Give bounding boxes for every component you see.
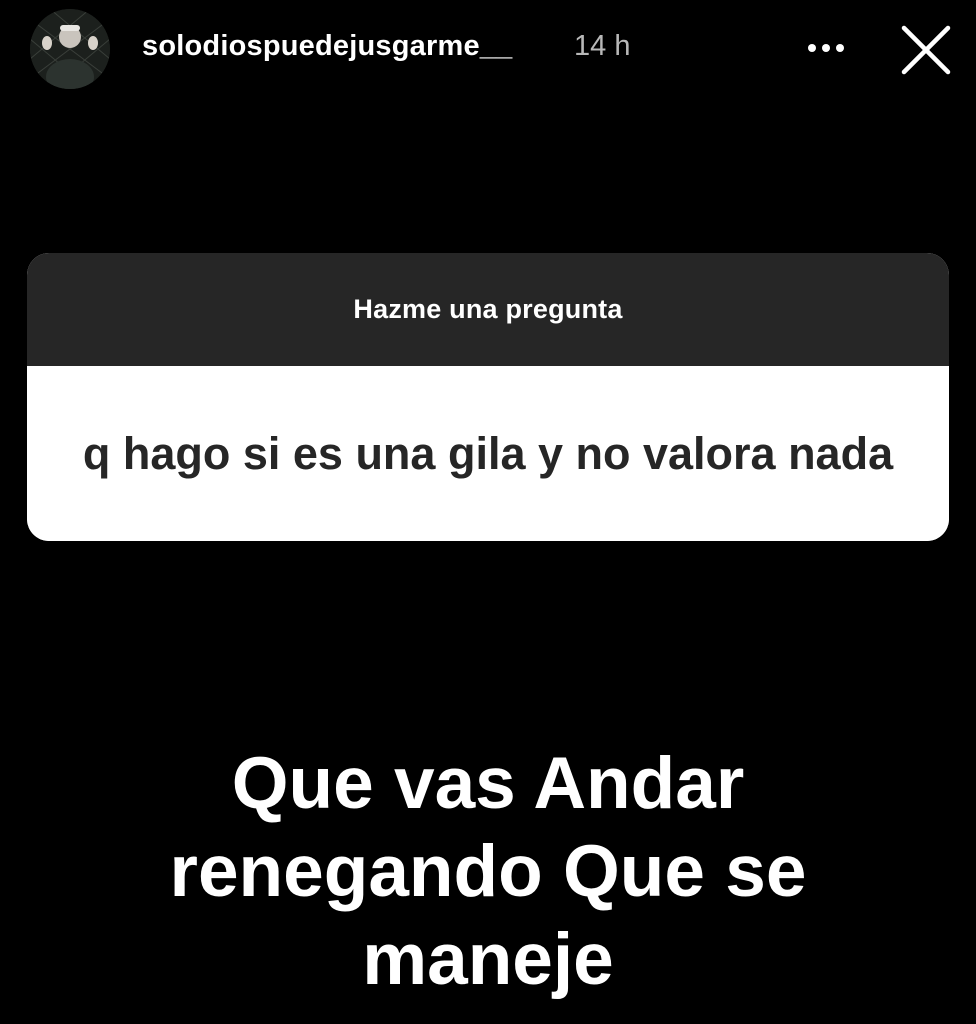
answer-line: Que vas Andar	[231, 743, 745, 824]
more-horizontal-icon	[808, 44, 844, 52]
question-text: q hago si es una gila y no valora nada	[82, 427, 894, 479]
answer-line: maneje	[362, 919, 614, 1000]
story-header: solodiospuedejusgarme__ 14 h	[0, 0, 976, 100]
question-sticker-title: Hazme una pregunta	[353, 294, 623, 324]
avatar[interactable]	[30, 9, 110, 89]
question-sticker-body: q hago si es una gila y no valora nada	[27, 366, 949, 541]
close-button[interactable]	[896, 20, 956, 80]
close-x-icon	[901, 25, 951, 75]
avatar-image	[30, 9, 110, 89]
answer-text: Que vas Andar renegando Que se maneje	[0, 740, 976, 1004]
more-options-button[interactable]	[800, 24, 852, 72]
answer-line: renegando Que se	[169, 831, 807, 912]
post-time: 14 h	[574, 30, 631, 62]
username[interactable]: solodiospuedejusgarme__	[142, 30, 512, 63]
question-sticker-header: Hazme una pregunta	[27, 253, 949, 366]
question-sticker[interactable]: Hazme una pregunta q hago si es una gila…	[27, 253, 949, 541]
